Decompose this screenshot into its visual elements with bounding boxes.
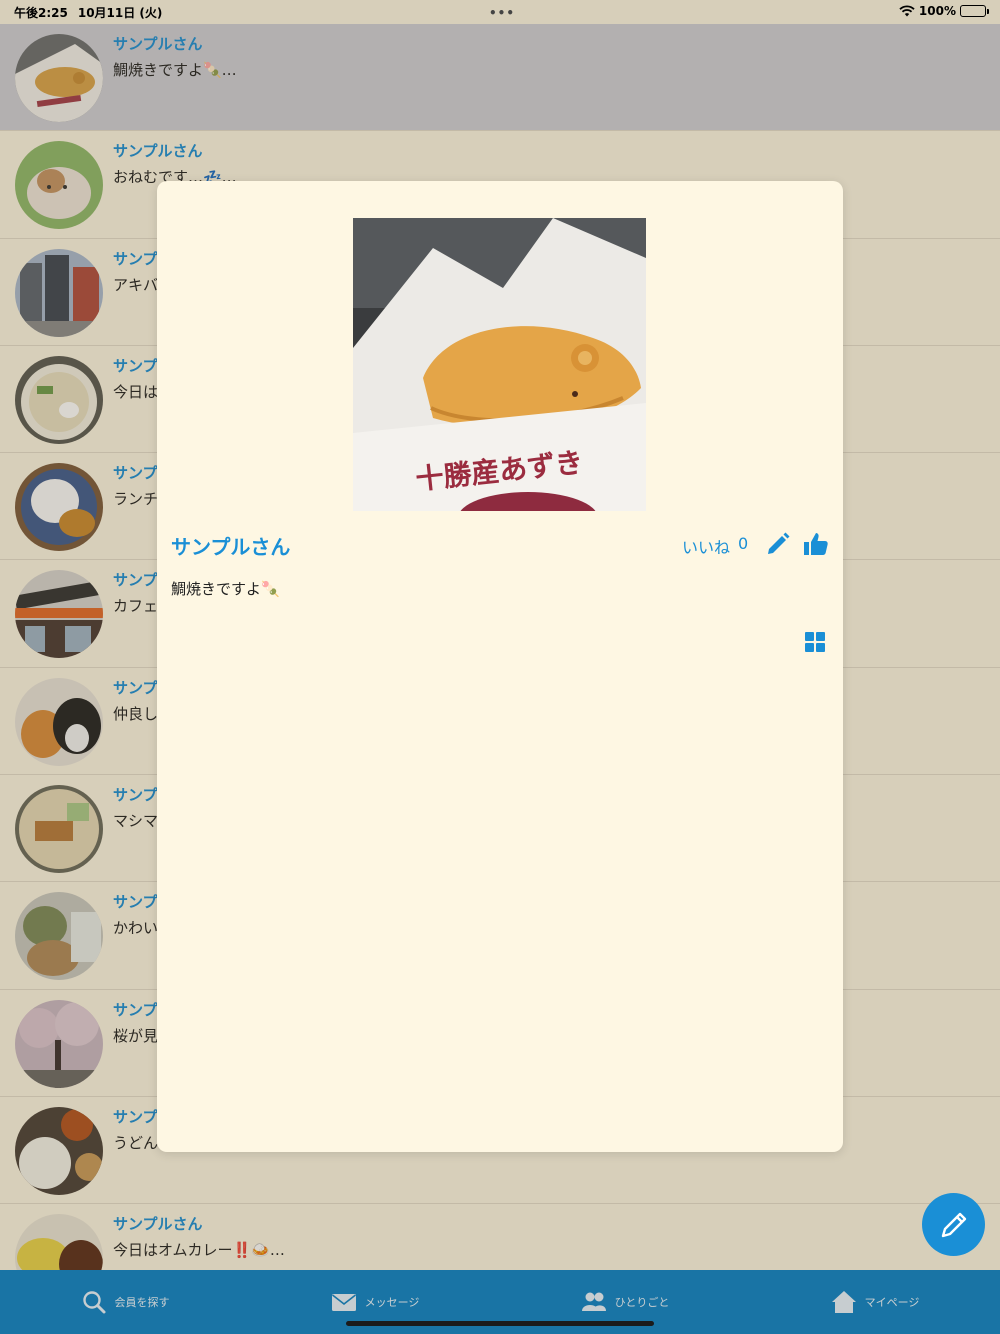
wifi-icon [899, 5, 915, 17]
status-bar: 午後2:25 10月11日 (火) ••• 100% [0, 0, 1000, 24]
grid-icon[interactable] [805, 632, 825, 652]
post-username[interactable]: サンプルさん [171, 531, 290, 560]
like-counter: いいね 0 [682, 534, 748, 558]
battery-percent: 100% [918, 4, 956, 18]
status-right: 100% [899, 4, 989, 18]
home-indicator[interactable] [346, 1321, 654, 1326]
compose-button[interactable] [922, 1193, 985, 1256]
post-text: 鯛焼きですよ🍡 [171, 580, 280, 598]
edit-pencil-icon[interactable] [765, 531, 791, 557]
like-count: 0 [738, 534, 749, 553]
post-photo[interactable]: 十勝産あずき [353, 218, 646, 511]
post-detail-modal: 十勝産あずき サンプルさん いいね 0 鯛焼きですよ🍡 [157, 181, 843, 1152]
status-date: 10月11日 (火) [77, 5, 163, 20]
status-time: 午後2:25 [14, 5, 68, 20]
multitask-dots-icon[interactable]: ••• [489, 6, 515, 20]
like-label: いいね [682, 538, 731, 557]
pencil-icon [941, 1212, 966, 1237]
battery-icon [960, 5, 989, 17]
thumbs-up-icon[interactable] [803, 531, 829, 557]
